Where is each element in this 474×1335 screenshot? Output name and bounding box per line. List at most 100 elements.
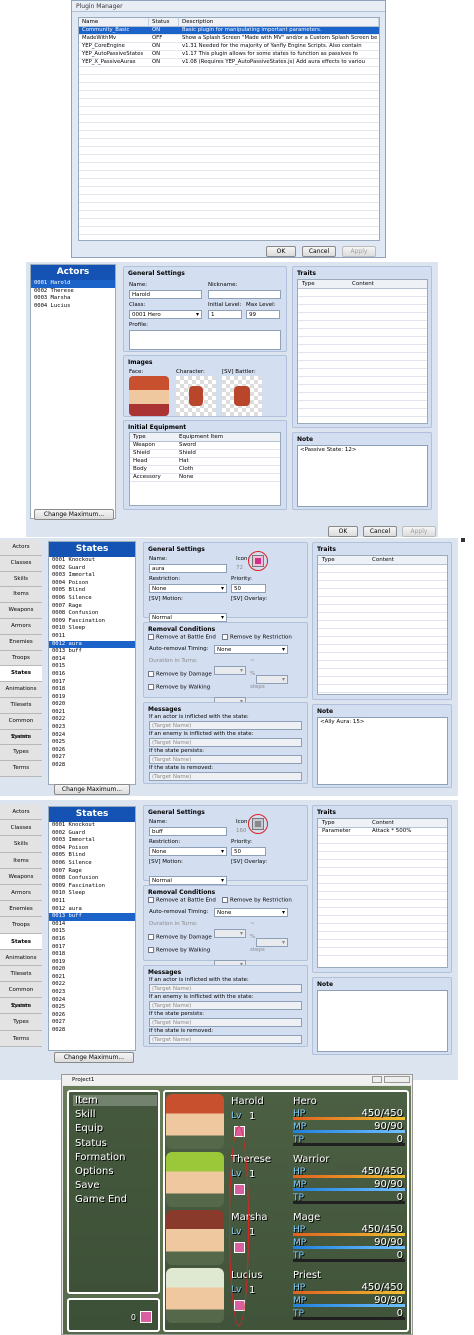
- trait-row[interactable]: Parameter Attack * 500%: [318, 828, 447, 836]
- plugin-row[interactable]: YEP_X_PassiveAuras ON v1.08 (Requires YEP_…: [79, 59, 379, 67]
- plugin-row[interactable]: YEP_AutoPassiveStates ON v1.17 This plugin…: [79, 51, 379, 59]
- menu-command-equip[interactable]: Equip: [75, 1123, 103, 1134]
- message-label-2: If an enemy is inflicted with the state:: [149, 731, 254, 737]
- actor-list-item[interactable]: 0003 Marsha: [31, 295, 115, 303]
- name-field[interactable]: aura: [149, 564, 227, 573]
- sv-battler-image[interactable]: [222, 376, 262, 416]
- message-label-2: If an enemy is inflicted with the state:: [149, 994, 254, 1000]
- game-window-minimize-button[interactable]: [372, 1076, 382, 1083]
- traits-col-content: Content: [352, 281, 374, 287]
- ok-button[interactable]: OK: [266, 246, 296, 257]
- equipment-row[interactable]: Accessory None: [130, 474, 280, 482]
- remove-by-walking-checkbox[interactable]: Remove by Walking: [148, 684, 210, 691]
- message-field-2[interactable]: (Target Name): [149, 738, 302, 747]
- duration-min-field[interactable]: [214, 666, 246, 675]
- remove-by-damage-checkbox[interactable]: Remove by Damage: [148, 934, 212, 941]
- actor-class: Hero: [293, 1096, 317, 1107]
- game-window-close-button[interactable]: [384, 1076, 410, 1083]
- equipment-row[interactable]: Shield Shield: [130, 450, 280, 458]
- name-field[interactable]: Harold: [129, 290, 202, 299]
- duration-tilde: ~: [250, 921, 255, 927]
- message-field-4[interactable]: (Target Name): [149, 772, 302, 781]
- note-field[interactable]: [317, 990, 448, 1052]
- remove-at-battle-end-checkbox[interactable]: Remove at Battle End: [148, 897, 216, 904]
- restriction-select[interactable]: None: [149, 584, 227, 593]
- character-image[interactable]: [176, 376, 216, 416]
- note-field[interactable]: <Passive State: 12>: [297, 445, 428, 507]
- sv-motion-select[interactable]: Normal: [149, 876, 227, 885]
- menu-command-item[interactable]: Item: [75, 1095, 98, 1106]
- remove-by-damage-checkbox[interactable]: Remove by Damage: [148, 671, 212, 678]
- menu-command-status[interactable]: Status: [75, 1138, 107, 1149]
- game-window-title: Project1: [62, 1075, 412, 1085]
- name-field[interactable]: buff: [149, 827, 227, 836]
- face-image[interactable]: [129, 376, 169, 416]
- auto-removal-timing-label: Auto-removal Timing:: [149, 646, 209, 652]
- plugin-col-description[interactable]: Description: [179, 18, 379, 27]
- empty-row: [318, 613, 447, 621]
- initial-level-label: Initial Level:: [208, 302, 242, 308]
- restriction-select[interactable]: None: [149, 847, 227, 856]
- remove-by-walking-checkbox[interactable]: Remove by Walking: [148, 947, 210, 954]
- plugin-name: YEP_AutoPassiveStates: [82, 51, 144, 57]
- note-field[interactable]: <Ally Aura: 15>: [317, 717, 448, 785]
- max-level-field[interactable]: 99: [246, 310, 280, 319]
- plugin-col-name[interactable]: Name: [79, 18, 149, 27]
- message-field-1[interactable]: (Target Name): [149, 984, 302, 993]
- remove-by-restriction-checkbox[interactable]: Remove by Restriction: [222, 897, 292, 904]
- actor-list-item[interactable]: 0002 Therese: [31, 288, 115, 296]
- profile-field[interactable]: [129, 330, 281, 350]
- plugin-col-status[interactable]: Status: [149, 18, 179, 27]
- ok-button[interactable]: OK: [328, 526, 358, 537]
- message-field-1[interactable]: (Target Name): [149, 721, 302, 730]
- change-maximum-button[interactable]: Change Maximum...: [34, 509, 114, 520]
- equipment-row[interactable]: Weapon Sword: [130, 442, 280, 450]
- auto-removal-timing-select[interactable]: None: [214, 645, 288, 654]
- duration-max-field[interactable]: [256, 675, 288, 684]
- actor-tp-value: 0: [396, 1250, 403, 1261]
- initial-level-field[interactable]: 1: [208, 310, 242, 319]
- equipment-row[interactable]: Body Cloth: [130, 466, 280, 474]
- sv-motion-select[interactable]: Normal: [149, 613, 227, 622]
- menu-command-options[interactable]: Options: [75, 1166, 114, 1177]
- message-field-2[interactable]: (Target Name): [149, 1001, 302, 1010]
- cancel-button[interactable]: Cancel: [302, 246, 336, 257]
- priority-field[interactable]: 50: [231, 584, 266, 593]
- plugin-row[interactable]: MadeWithMv OFF Show a Splash Screen "Made …: [79, 35, 379, 43]
- traits-col-content: Content: [372, 557, 394, 563]
- priority-field[interactable]: 50: [231, 847, 266, 856]
- actor-traits: Traits Type Content: [292, 266, 432, 428]
- remove-at-battle-end-checkbox[interactable]: Remove at Battle End: [148, 634, 216, 641]
- plugin-description: Basic plugin for manipulating important …: [182, 27, 322, 33]
- duration-min-field[interactable]: [214, 929, 246, 938]
- empty-row: [298, 361, 427, 369]
- empty-row: [318, 653, 447, 661]
- auto-removal-timing-select[interactable]: None: [214, 908, 288, 917]
- message-field-4[interactable]: (Target Name): [149, 1035, 302, 1044]
- cancel-button[interactable]: Cancel: [363, 526, 397, 537]
- equipment-row[interactable]: Head Hat: [130, 458, 280, 466]
- remove-by-restriction-checkbox[interactable]: Remove by Restriction: [222, 634, 292, 641]
- duration-max-field[interactable]: [256, 938, 288, 947]
- empty-row: [318, 836, 447, 844]
- initial-equipment-heading: Initial Equipment: [128, 424, 187, 431]
- class-select[interactable]: 0001 Hero: [129, 310, 202, 319]
- menu-command-save[interactable]: Save: [75, 1180, 100, 1191]
- percent-unit: %: [250, 934, 256, 940]
- empty-row: [79, 219, 379, 227]
- menu-command-game-end[interactable]: Game End: [75, 1194, 127, 1205]
- apply-button[interactable]: Apply: [402, 526, 436, 537]
- plugin-row[interactable]: YEP_CoreEngine ON v1.31 Needed for the maj…: [79, 43, 379, 51]
- empty-row: [79, 107, 379, 115]
- plugin-row[interactable]: Community_Basic ON Basic plugin for manipu…: [79, 27, 379, 35]
- nickname-field[interactable]: [208, 290, 281, 299]
- message-field-3[interactable]: (Target Name): [149, 1018, 302, 1027]
- message-field-3[interactable]: (Target Name): [149, 755, 302, 764]
- empty-row: [318, 844, 447, 852]
- actor-list-item[interactable]: 0001 Harold: [31, 280, 115, 288]
- actor-list-item[interactable]: 0004 Lucius: [31, 303, 115, 311]
- equip-item: Cloth: [179, 466, 194, 472]
- menu-command-skill[interactable]: Skill: [75, 1109, 95, 1120]
- apply-button[interactable]: Apply: [342, 246, 376, 257]
- menu-command-formation[interactable]: Formation: [75, 1152, 125, 1163]
